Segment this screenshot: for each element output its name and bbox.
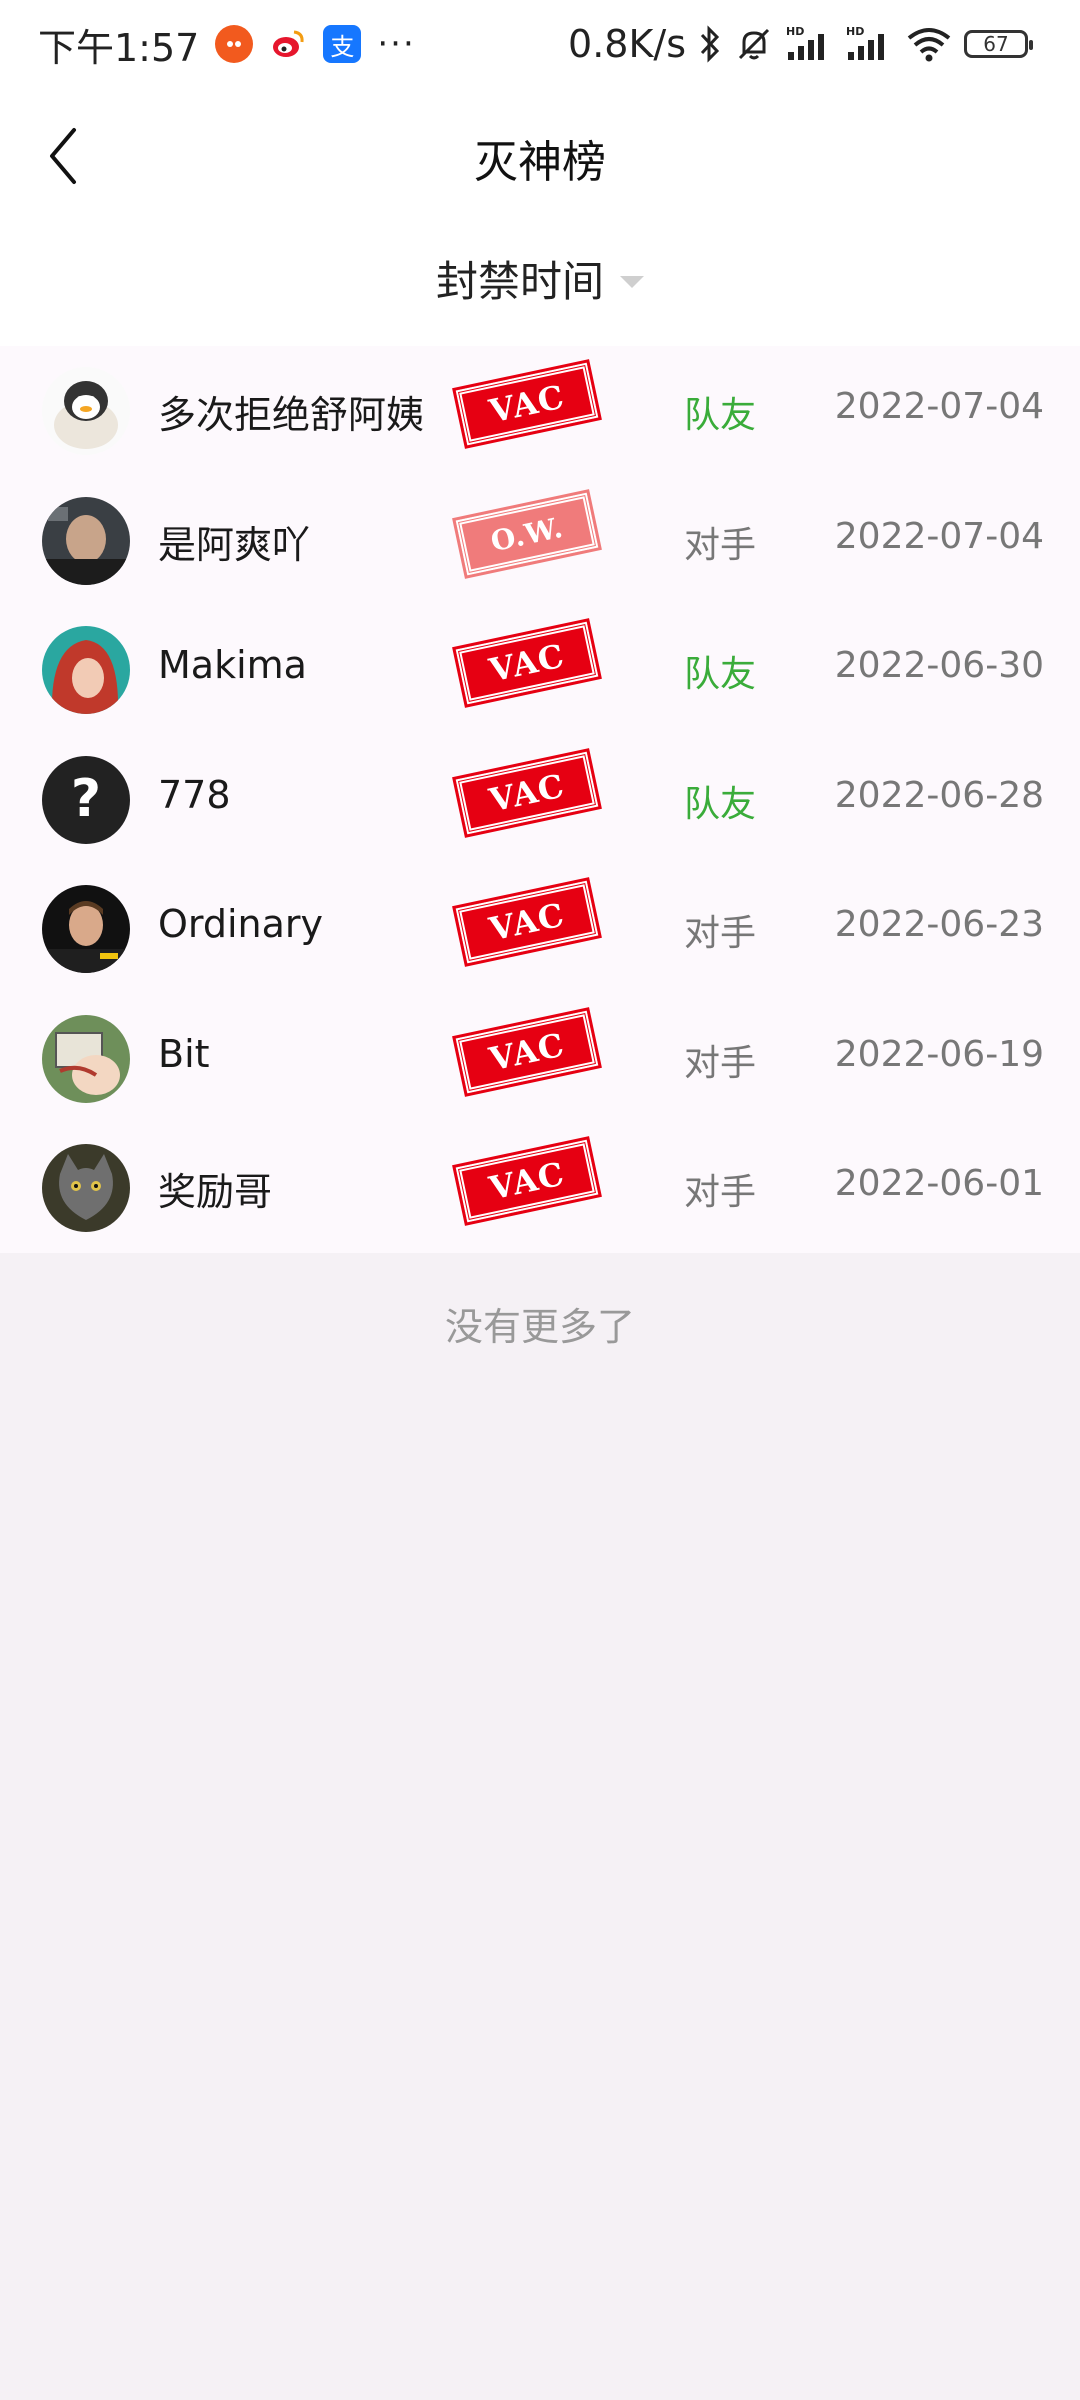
list-item[interactable]: Ordinary VAC 对手 2022-06-23 [0, 864, 1080, 994]
list-item[interactable]: 奖励哥 VAC 对手 2022-06-01 [0, 1123, 1080, 1253]
status-bar: 下午1:57 支 ··· 0.8K/s HD HD 67 [0, 0, 1080, 90]
vac-ban-stamp: VAC [452, 1005, 602, 1098]
svg-text:HD: HD [786, 25, 804, 38]
avatar: ? [42, 755, 130, 844]
avatar [42, 496, 130, 585]
player-name: Ordinary [158, 902, 324, 946]
ban-list: 多次拒绝舒阿姨 VAC 队友 2022-07-04 是阿爽吖 O.W. 对手 2… [0, 346, 1080, 1253]
avatar [42, 367, 130, 455]
ban-date: 2022-06-19 [834, 1033, 1044, 1075]
list-end-text: 没有更多了 [444, 1305, 635, 1349]
role-label: 队友 [684, 654, 757, 695]
role-label: 对手 [684, 1172, 757, 1213]
ban-date: 2022-06-30 [834, 645, 1044, 686]
list-item[interactable]: 多次拒绝舒阿姨 VAC 队友 2022-07-04 [0, 346, 1080, 476]
ban-date: 2022-06-28 [834, 774, 1044, 816]
sort-dropdown[interactable]: 封禁时间 [435, 248, 645, 309]
battery-level: 67 [983, 32, 1009, 56]
avatar [42, 885, 130, 973]
question-mark-icon: ? [71, 769, 101, 829]
avatar [42, 1014, 130, 1103]
role-label: 对手 [684, 1042, 757, 1084]
ban-date: 2022-07-04 [834, 515, 1044, 557]
wifi-icon [906, 24, 952, 64]
more-notifications-icon: ··· [377, 24, 416, 64]
signal-hd-icon-1: HD [786, 24, 834, 64]
ow-ban-stamp: O.W. [452, 487, 602, 580]
caret-down-icon [620, 275, 645, 288]
header-bar: 灭神榜 [0, 90, 1080, 220]
vac-ban-stamp: VAC [452, 746, 602, 839]
page-title: 灭神榜 [474, 137, 606, 188]
list-item[interactable]: Bit VAC 对手 2022-06-19 [0, 994, 1080, 1124]
ban-date: 2022-06-01 [834, 1163, 1044, 1204]
weibo-app-icon [269, 25, 307, 63]
alipay-app-icon: 支 [323, 25, 362, 63]
player-name: Bit [158, 1031, 210, 1076]
signal-hd-icon-2: HD [846, 24, 894, 64]
network-speed: 0.8K/s [568, 22, 686, 66]
role-label: 对手 [684, 913, 757, 954]
role-label: 队友 [684, 783, 757, 825]
mute-bell-icon [734, 24, 774, 64]
status-right: 0.8K/s HD HD 67 [568, 18, 1033, 70]
player-name: 奖励哥 [158, 1170, 273, 1214]
status-left: 下午1:57 支 ··· [38, 18, 416, 70]
list-item[interactable]: Makima VAC 队友 2022-06-30 [0, 605, 1080, 735]
role-label: 队友 [684, 395, 757, 436]
vac-ban-stamp: VAC [452, 358, 602, 450]
vac-ban-stamp: VAC [452, 1135, 602, 1227]
svg-text:HD: HD [846, 25, 864, 38]
status-time: 下午1:57 [38, 25, 200, 70]
bluetooth-icon [698, 24, 722, 64]
vac-ban-stamp: VAC [452, 617, 602, 709]
player-name: 多次拒绝舒阿姨 [158, 393, 425, 437]
list-item[interactable]: 是阿爽吖 O.W. 对手 2022-07-04 [0, 476, 1080, 606]
player-name: 778 [158, 772, 231, 817]
sort-label: 封禁时间 [435, 257, 605, 306]
taobao-app-icon [215, 25, 254, 63]
role-label: 对手 [684, 524, 757, 566]
player-name: 是阿爽吖 [158, 522, 311, 567]
avatar [42, 1144, 130, 1232]
ban-date: 2022-06-23 [834, 904, 1044, 945]
list-item[interactable]: ? 778 VAC 队友 2022-06-28 [0, 735, 1080, 865]
vac-ban-stamp: VAC [452, 876, 602, 968]
player-name: Makima [158, 643, 307, 687]
ban-date: 2022-07-04 [834, 386, 1044, 427]
battery-icon: 67 [964, 30, 1033, 58]
filter-bar: 封禁时间 [0, 220, 1080, 346]
avatar [42, 626, 130, 714]
